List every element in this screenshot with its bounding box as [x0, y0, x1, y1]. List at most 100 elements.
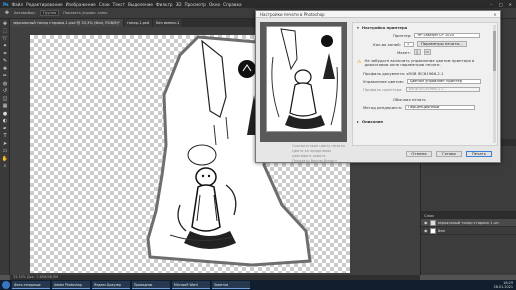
doc-tab[interactable]: топор-1.psd — [123, 19, 154, 27]
layer-thumbnail — [429, 227, 436, 234]
layer-thumbnail — [429, 219, 436, 226]
gradient-icon[interactable]: ▦ — [2, 103, 8, 109]
print-button[interactable]: Печать — [466, 151, 492, 157]
autoselect-select[interactable]: Группа — [39, 10, 60, 16]
hand-icon[interactable]: ✋ — [2, 156, 8, 162]
copies-label: Кол-во копий: — [373, 41, 401, 47]
color-handling-label: Управление цветом: — [363, 79, 404, 84]
taskbar-item[interactable]: Фото-топорище — [12, 281, 50, 289]
color-handling-row: Управление цветом: Цветом управляет прин… — [363, 79, 481, 84]
pen-icon[interactable]: ✒ — [2, 126, 8, 132]
menu-layers[interactable]: Слои — [99, 2, 110, 7]
path-icon[interactable]: ➤ — [2, 141, 8, 147]
blur-icon[interactable]: ● — [2, 111, 8, 117]
dialog-close-icon[interactable]: ✕ — [490, 11, 500, 17]
crop-icon[interactable]: ⌗ — [2, 51, 8, 57]
eye-icon[interactable]: ◉ — [424, 220, 428, 225]
taskbar-item[interactable]: Adobe Photoshop — [52, 281, 90, 289]
menu-select[interactable]: Выделение — [128, 2, 153, 7]
dialog-title-bar[interactable]: Настройки печати в Photoshop ✕ — [256, 11, 500, 18]
layout-row: Макет: ▯ ▭ — [397, 49, 431, 55]
rendering-row: Метод рендеринга: Перцепционный — [363, 105, 476, 110]
menu-3d[interactable]: 3D — [176, 2, 182, 7]
window-controls: – □ ✕ — [490, 2, 516, 7]
taskbar-item[interactable]: Заметки — [212, 281, 250, 289]
chevron-down-icon[interactable]: ▾ — [357, 25, 359, 30]
ps-logo: Ps — [3, 1, 9, 7]
menu-help[interactable]: Справка — [223, 2, 241, 7]
layers-panel-title[interactable]: Слои — [421, 212, 516, 219]
zoom-icon[interactable]: ⌕ — [2, 163, 8, 169]
taskbar-item[interactable]: Проводник — [132, 281, 170, 289]
type-icon[interactable]: T — [2, 133, 8, 139]
layer-name: зеркальный топор старика 1 шт. — [437, 220, 500, 225]
layer-row[interactable]: ◉ Фон — [421, 227, 516, 235]
printer-row: Принтер: HP LaserJet CP 1025 — [393, 33, 481, 38]
printer-select[interactable]: HP LaserJet CP 1025 — [414, 33, 481, 38]
color-handling-select[interactable]: Цветом управляет принтер — [406, 79, 481, 84]
eye-icon[interactable]: ◉ — [424, 228, 428, 233]
description-heading: ▸ Описание — [357, 119, 383, 124]
wand-icon[interactable]: ✦ — [2, 43, 8, 49]
normal-print-select[interactable]: Обычная печать — [393, 97, 426, 102]
system-clock[interactable]: 18:29 28.01.2021 — [494, 281, 516, 289]
rendering-select[interactable]: Перцепционный — [405, 105, 476, 110]
printer-setup-heading: ▾ Настройка принтера — [357, 25, 407, 30]
menu-filter[interactable]: Фильтр — [156, 2, 173, 7]
dialog-title: Настройки печати в Photoshop — [260, 12, 325, 17]
eraser-icon[interactable]: ◫ — [2, 96, 8, 102]
show-paper-white-option[interactable]: Показать белую бумагу — [292, 159, 347, 164]
eyedropper-icon[interactable]: ✎ — [2, 58, 8, 64]
heal-icon[interactable]: ✚ — [2, 66, 8, 72]
menu-file[interactable]: Файл — [12, 2, 24, 7]
lasso-icon[interactable]: ➰ — [2, 36, 8, 42]
preview-options: Соответствие цвету печати Цвета за преде… — [292, 144, 347, 164]
preview-paper — [266, 26, 342, 132]
scrollbar-thumb[interactable] — [493, 31, 496, 71]
maximize-icon[interactable]: □ — [499, 2, 503, 7]
copies-input[interactable]: 1 — [403, 41, 414, 47]
dodge-icon[interactable]: ◐ — [2, 118, 8, 124]
move-icon[interactable]: ✥ — [2, 21, 8, 27]
landscape-button[interactable]: ▭ — [423, 49, 431, 55]
menu-image[interactable]: Изображение — [66, 2, 96, 7]
layout-label: Макет: — [397, 49, 411, 55]
marquee-icon[interactable]: ⬚ — [2, 28, 8, 34]
clock-date: 28.01.2021 — [493, 285, 513, 289]
portrait-button[interactable]: ▯ — [413, 49, 421, 55]
menu-view[interactable]: Просмотр — [184, 2, 206, 7]
close-icon[interactable]: ✕ — [508, 2, 512, 7]
brush-icon[interactable]: ✏ — [2, 73, 8, 79]
doc-tab-active[interactable]: зеркальный топор старика-1.psd @ 33,3% (… — [10, 19, 124, 27]
printer-label: Принтер: — [393, 33, 412, 38]
printer-profile-select[interactable]: sRGB IEC61966-2.1 — [405, 87, 480, 92]
move-tool-icon[interactable]: ✥ — [4, 10, 10, 16]
done-button[interactable]: Готово — [436, 151, 462, 157]
cancel-button[interactable]: Отмена — [406, 151, 432, 157]
rendering-label: Метод рендеринга: — [363, 105, 403, 110]
minimize-icon[interactable]: – — [490, 2, 492, 7]
menu-window[interactable]: Окно — [209, 2, 220, 7]
warning-text: Не забудьте включить управление цветом п… — [364, 58, 475, 68]
taskbar-item[interactable]: Microsoft Word — [172, 281, 210, 289]
history-icon[interactable]: ↺ — [2, 88, 8, 94]
layer-row[interactable]: ◉ зеркальный топор старика 1 шт. — [421, 219, 516, 227]
printer-profile-label: Профиль принтера: — [363, 87, 403, 92]
preview-artwork — [271, 28, 338, 129]
menu-type[interactable]: Текст — [113, 2, 125, 7]
start-button[interactable] — [2, 281, 10, 289]
taskbar-item[interactable]: Яндекс.Браузер — [92, 281, 130, 289]
printer-settings-button[interactable]: Параметры печати... — [416, 41, 467, 47]
printer-profile-row: Профиль принтера: sRGB IEC61966-2.1 — [363, 87, 480, 92]
chevron-right-icon[interactable]: ▸ — [357, 119, 359, 124]
stamp-icon[interactable]: ◍ — [2, 81, 8, 87]
print-settings-panel: ▾ Настройка принтера Принтер: HP LaserJe… — [352, 22, 498, 146]
print-settings-dialog: Настройки печати в Photoshop ✕ Соответст… — [255, 10, 501, 163]
menu-edit[interactable]: Редактирование — [26, 2, 63, 7]
show-controls-label[interactable]: Показать управл. элем. — [63, 11, 108, 15]
tools-panel: ✥ ⬚ ➰ ✦ ⌗ ✎ ✚ ✏ ◍ ↺ ◫ ▦ ● ◐ ✒ T ➤ ▭ ✋ ⌕ — [0, 19, 10, 275]
settings-scrollbar[interactable] — [493, 25, 496, 143]
doc-tab[interactable]: Без имени-1 — [153, 19, 184, 27]
shape-icon[interactable]: ▭ — [2, 148, 8, 154]
gamut-warning-option[interactable]: Цвета за пределами цветового охвата — [292, 149, 347, 159]
